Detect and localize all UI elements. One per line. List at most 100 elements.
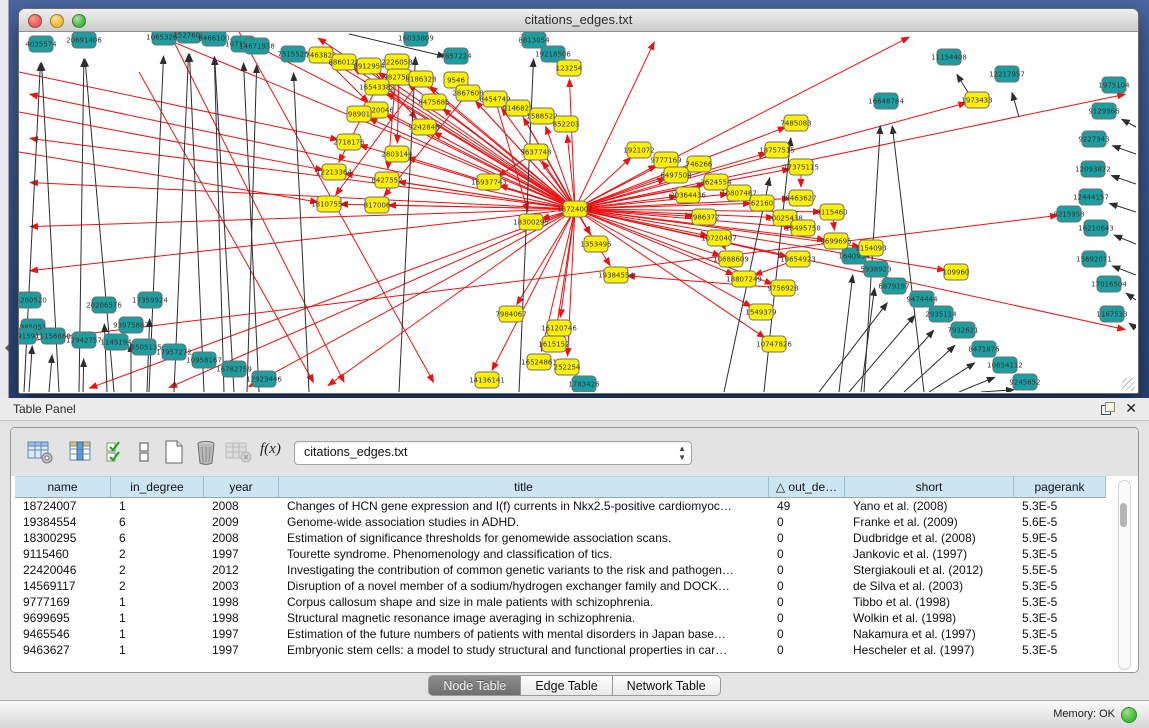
close-panel-icon[interactable]: ✕ — [1125, 400, 1137, 417]
graph-node[interactable]: 62160 — [750, 195, 774, 211]
graph-node[interactable]: 9115460 — [816, 204, 847, 220]
graph-node[interactable]: 6879197 — [878, 278, 909, 294]
graph-node[interactable]: 12942757 — [66, 332, 102, 348]
table-row[interactable]: 1456911722003Disruption of a novel membe… — [15, 578, 1110, 594]
table-row[interactable]: 1938455462009Genome-wide association stu… — [15, 514, 1110, 530]
graph-node[interactable]: 817006 — [364, 197, 391, 213]
graph-node[interactable]: 9227343 — [1078, 131, 1109, 147]
graph-node[interactable]: 4035574 — [25, 36, 57, 52]
table-row[interactable]: 911546021997Tourette syndrome. Phenomeno… — [15, 546, 1110, 562]
graph-node[interactable]: 12444157 — [1073, 189, 1109, 205]
function-builder-icon[interactable]: f(x) — [260, 441, 281, 458]
graph-node[interactable]: 2935114 — [925, 306, 957, 322]
graph-node[interactable]: 12213364 — [316, 164, 352, 180]
graph-node[interactable]: 6497508 — [660, 167, 691, 183]
graph-node[interactable]: 1353495 — [580, 236, 611, 252]
tab-network-table[interactable]: Network Table — [613, 675, 721, 696]
graph-node[interactable]: 19654923 — [780, 251, 816, 267]
graph-node[interactable]: 7932621 — [947, 322, 978, 338]
graph-node[interactable]: 12217957 — [989, 66, 1025, 82]
graph-node[interactable]: 1783426 — [568, 376, 600, 392]
network-window[interactable]: citations_edges.txt 40355742069140610653… — [18, 8, 1139, 394]
tab-node-table[interactable]: Node Table — [428, 675, 521, 696]
graph-node[interactable]: 93975887 — [113, 317, 149, 333]
left-panel-edge[interactable] — [0, 0, 9, 398]
graph-node[interactable]: 852203 — [553, 116, 580, 132]
graph-node[interactable]: 7986372 — [688, 209, 719, 225]
graph-node[interactable]: 18300295 — [513, 214, 549, 230]
show-columns-icon[interactable] — [69, 440, 93, 464]
graph-node[interactable]: 109960 — [943, 264, 970, 280]
scrollbar-thumb[interactable] — [1120, 503, 1127, 527]
graph-node[interactable]: 746266 — [686, 156, 713, 172]
graph-node[interactable]: 9637748 — [520, 144, 551, 160]
vertical-scrollbar[interactable] — [1118, 480, 1131, 670]
column-header-short[interactable]: short — [845, 476, 1014, 498]
import-table-disabled-icon[interactable] — [225, 440, 253, 464]
table-selector[interactable]: citations_edges.txt ▲▼ — [294, 441, 692, 465]
float-panel-icon[interactable] — [1101, 402, 1115, 415]
graph-node[interactable]: 8475685 — [418, 94, 449, 110]
graph-node[interactable]: 2226058 — [381, 54, 412, 70]
graph-node[interactable]: 123254 — [556, 60, 583, 76]
graph-node[interactable]: 7857224 — [440, 48, 472, 64]
graph-node[interactable]: 20691406 — [66, 32, 102, 48]
graph-node[interactable]: 1975104 — [1098, 77, 1130, 93]
column-header-year[interactable]: year — [204, 476, 279, 498]
graph-node[interactable]: 9463627 — [785, 190, 816, 206]
graph-node[interactable]: 5938923 — [860, 261, 891, 277]
table-row[interactable]: 946554611997Estimation of the future num… — [15, 626, 1110, 642]
network-graph[interactable]: 4035574206914061065326715276026466100107… — [19, 32, 1136, 392]
graph-node[interactable]: 2803144 — [381, 146, 413, 162]
column-header-pagerank[interactable]: pagerank — [1014, 476, 1106, 498]
graph-node[interactable]: 16210643 — [1078, 220, 1114, 236]
table-row[interactable]: 2242004622012Investigating the contribut… — [15, 562, 1110, 578]
graph-node[interactable]: 15692071 — [1076, 251, 1112, 267]
graph-node[interactable]: 10747826 — [756, 336, 792, 352]
table-row[interactable]: 969969511998Structural magnetic resonanc… — [15, 610, 1110, 626]
toggle-rows-icon[interactable] — [137, 440, 153, 464]
table-row[interactable]: 1830029562008Estimation of significance … — [15, 530, 1110, 546]
graph-node[interactable]: 16033809 — [398, 32, 434, 46]
graph-node[interactable]: 9474444 — [906, 291, 938, 307]
graph-node[interactable]: 8427552 — [371, 172, 402, 188]
new-document-icon[interactable] — [163, 440, 185, 466]
graph-node[interactable]: 16120746 — [541, 320, 577, 336]
graph-node[interactable]: 9242848 — [408, 119, 439, 135]
graph-node[interactable]: 7984067 — [495, 306, 526, 322]
graph-node[interactable]: 98901 — [347, 106, 371, 122]
graph-node[interactable]: 16648784 — [868, 93, 904, 109]
network-window-titlebar[interactable]: citations_edges.txt — [19, 9, 1138, 32]
graph-node[interactable]: 17016504 — [1091, 276, 1127, 292]
graph-node[interactable]: 12093872 — [1075, 161, 1111, 177]
graph-node[interactable]: 8912954 — [353, 58, 385, 74]
network-canvas[interactable]: 4035574206914061065326715276026466100107… — [19, 32, 1136, 392]
graph-node[interactable]: 11154408 — [931, 49, 967, 65]
collapse-arrow-icon[interactable] — [1, 344, 9, 352]
graph-node[interactable]: 19384554 — [598, 267, 634, 283]
graph-node[interactable]: 252254 — [554, 359, 581, 375]
graph-node[interactable]: 8215958 — [1053, 206, 1084, 222]
delete-icon[interactable] — [195, 440, 217, 466]
graph-node[interactable]: 1615152 — [538, 336, 569, 352]
graph-node[interactable]: 17359924 — [132, 292, 168, 308]
graph-node[interactable]: 20206576 — [86, 297, 122, 313]
graph-node[interactable]: 9756928 — [767, 280, 798, 296]
graph-node[interactable]: 9129966 — [1088, 103, 1120, 119]
window-resize-grip[interactable] — [1122, 378, 1135, 391]
graph-node[interactable]: 9699695 — [820, 233, 851, 249]
tab-edge-table[interactable]: Edge Table — [521, 675, 612, 696]
graph-node[interactable]: 9245652 — [1009, 374, 1040, 390]
table-row[interactable]: 1872400712008Changes of HCN gene express… — [15, 498, 1110, 514]
column-header-out_de[interactable]: △ out_de… — [769, 476, 845, 498]
memory-indicator[interactable] — [1121, 707, 1137, 723]
graph-node[interactable]: 1549379 — [745, 304, 776, 320]
graph-node[interactable]: 14136141 — [469, 372, 505, 388]
graph-node[interactable]: 1167533 — [1096, 306, 1127, 322]
select-rows-icon[interactable] — [105, 440, 127, 464]
graph-node[interactable]: 16524861 — [521, 354, 557, 370]
graph-node[interactable]: 7515526 — [277, 46, 309, 62]
graph-node[interactable]: 10654112 — [987, 357, 1023, 373]
graph-node[interactable]: 18107554 — [311, 196, 347, 212]
table-row[interactable]: 946362711997Embryonic stem cells: a mode… — [15, 642, 1110, 658]
